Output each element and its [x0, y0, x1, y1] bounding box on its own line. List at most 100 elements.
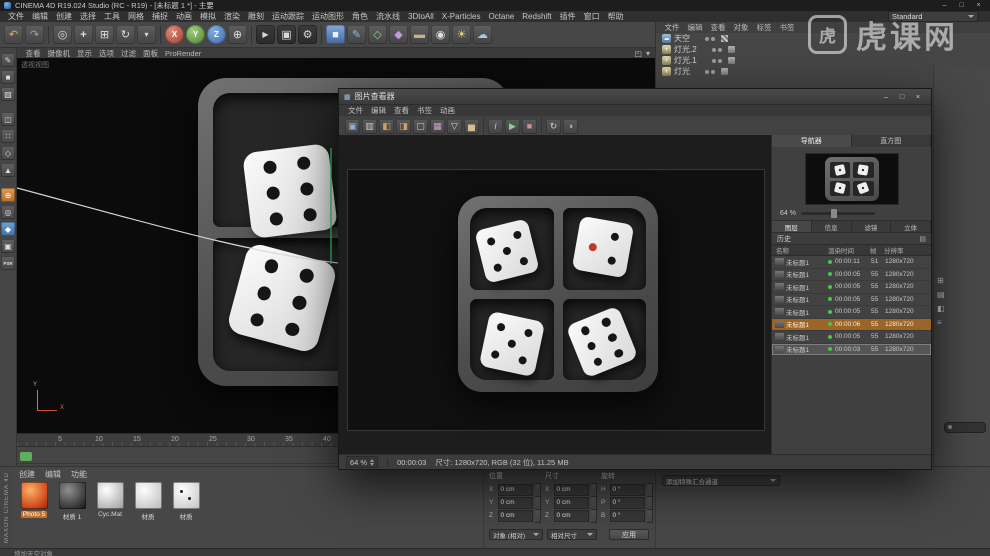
picture-viewer-titlebar[interactable]: ▦ 图片查看器 – □ ×: [339, 89, 931, 105]
solo-mode-icon[interactable]: ◎: [1, 205, 15, 219]
mat-menu-edit[interactable]: 编辑: [45, 469, 61, 480]
slider-knob[interactable]: [948, 425, 952, 429]
points-mode-icon[interactable]: ∷: [1, 129, 15, 143]
menu-render[interactable]: 渲染: [220, 11, 244, 22]
compare-ab-icon[interactable]: ◧: [379, 118, 394, 134]
rotation-h-field[interactable]: 0 °: [609, 483, 646, 496]
tab-stereo[interactable]: 立体: [891, 221, 931, 232]
picture-viewer-window[interactable]: ▦ 图片查看器 – □ × 文件 编辑 查看 书签 动画 ▣ ▥ ◧ ◨ ▢ ▦…: [338, 88, 932, 470]
scale-icon[interactable]: ⊞: [95, 25, 114, 44]
add-floor-icon[interactable]: ▬: [410, 25, 429, 44]
col-render-time[interactable]: 渲染时间: [828, 245, 870, 255]
live-selection-icon[interactable]: ◎: [53, 25, 72, 44]
convert-object-icon[interactable]: ✎: [1, 53, 15, 67]
menu-redshift[interactable]: Redshift: [518, 12, 555, 21]
menu-plugins[interactable]: 插件: [556, 11, 580, 22]
material-thumb[interactable]: [58, 482, 86, 509]
menu-create[interactable]: 创建: [52, 11, 76, 22]
size-z-field[interactable]: 0 cm: [553, 509, 590, 522]
minimize-button[interactable]: –: [937, 1, 952, 10]
menu-edit[interactable]: 编辑: [28, 11, 52, 22]
pv-menu-file[interactable]: 文件: [344, 105, 367, 116]
info-icon[interactable]: i: [488, 118, 503, 134]
add-cube-icon[interactable]: ■: [326, 25, 345, 44]
material-item[interactable]: 材质: [171, 482, 201, 521]
menu-window[interactable]: 窗口: [580, 11, 604, 22]
tab-info[interactable]: 信息: [811, 221, 852, 232]
history-menu-icon[interactable]: ▤: [919, 235, 926, 243]
spinner-icon[interactable]: [647, 508, 653, 523]
panel-split-icon[interactable]: ◧: [937, 304, 945, 313]
add-sky-icon[interactable]: ☁: [473, 25, 492, 44]
viewport-layout-icon[interactable]: ◰: [634, 49, 642, 58]
texture-tag-icon[interactable]: [721, 35, 728, 42]
menu-simulate[interactable]: 模拟: [196, 11, 220, 22]
recent-tool-icon[interactable]: ▾: [137, 25, 156, 44]
add-light-icon[interactable]: ☀: [452, 25, 471, 44]
om-menu-file[interactable]: 文件: [661, 22, 683, 33]
compare-swap-icon[interactable]: ◨: [396, 118, 411, 134]
edges-mode-icon[interactable]: ◇: [1, 146, 15, 160]
history-row[interactable]: 未标题1 00:00:05 55 1280x720: [772, 331, 931, 344]
add-camera-icon[interactable]: ◉: [431, 25, 450, 44]
object-row[interactable]: ☀ 灯光.1: [656, 55, 990, 66]
pv-minimize-button[interactable]: –: [878, 91, 894, 102]
history-row[interactable]: 未标题1 00:00:05 55 1280x720: [772, 293, 931, 306]
redo-icon[interactable]: ↷: [25, 25, 44, 44]
pv-menu-view[interactable]: 查看: [390, 105, 413, 116]
visibility-dots[interactable]: [711, 58, 722, 63]
zoom-fit-icon[interactable]: ▢: [413, 118, 428, 134]
zoom-stepper-icon[interactable]: [370, 458, 375, 466]
menu-tools[interactable]: 工具: [100, 11, 124, 22]
menu-mograph[interactable]: 运动图形: [308, 11, 348, 22]
spinner-icon[interactable]: [591, 508, 597, 523]
size-y-field[interactable]: 0 cm: [553, 496, 590, 509]
om-menu-objects[interactable]: 对象: [730, 22, 752, 33]
menu-help[interactable]: 帮助: [604, 11, 628, 22]
slider-knob[interactable]: [830, 209, 837, 218]
spinner-icon[interactable]: [647, 482, 653, 497]
texture-mode-icon[interactable]: ▨: [1, 87, 15, 101]
coord-mode-dropdown[interactable]: 对象 (相对): [489, 529, 543, 540]
material-thumb[interactable]: [172, 482, 200, 509]
spinner-icon[interactable]: [535, 495, 541, 510]
menu-motion-tracker[interactable]: 运动跟踪: [268, 11, 308, 22]
add-generator-icon[interactable]: ◇: [368, 25, 387, 44]
menu-xparticles[interactable]: X-Particles: [438, 12, 485, 21]
col-frame[interactable]: 帧: [870, 245, 884, 255]
psr-icon[interactable]: PSR: [1, 256, 15, 270]
stop-icon[interactable]: ■: [522, 118, 537, 134]
pv-close-button[interactable]: ×: [910, 91, 926, 102]
panel-menu-icon[interactable]: ≡: [937, 318, 945, 327]
snap-icon[interactable]: ◆: [1, 222, 15, 236]
lock-y-icon[interactable]: Y: [186, 25, 205, 44]
menu-select[interactable]: 选择: [76, 11, 100, 22]
vp-menu-display[interactable]: 显示: [74, 48, 96, 59]
draw-spline-icon[interactable]: ✎: [347, 25, 366, 44]
mat-menu-function[interactable]: 功能: [71, 469, 87, 480]
position-y-field[interactable]: 0 cm: [497, 496, 534, 509]
pv-menu-edit[interactable]: 编辑: [367, 105, 390, 116]
spinner-icon[interactable]: [535, 508, 541, 523]
history-row-current[interactable]: 未标题1 00:00:03 55 1280x720: [772, 343, 931, 356]
menu-octane[interactable]: Octane: [484, 12, 518, 21]
rotation-p-field[interactable]: 0 °: [609, 496, 646, 509]
vp-menu-options[interactable]: 选项: [96, 48, 118, 59]
tab-layers[interactable]: 图层: [772, 221, 812, 232]
history-row[interactable]: 未标题1 00:00:11 51 1280x720: [772, 256, 931, 269]
rotation-b-field[interactable]: 0 °: [609, 509, 646, 522]
navigator-thumbnail[interactable]: [804, 153, 899, 205]
material-thumb[interactable]: [20, 482, 48, 509]
spinner-icon[interactable]: [591, 482, 597, 497]
material-item[interactable]: 材质: [133, 482, 163, 521]
target-tag-icon[interactable]: [721, 68, 728, 75]
layout-selector[interactable]: Standard: [888, 11, 978, 22]
history-row-selected[interactable]: 未标题1 00:00:06 55 1280x720: [772, 318, 931, 331]
add-channel-dropdown[interactable]: 添加特殊汇合通道: [662, 475, 780, 486]
render-picture-viewer-icon[interactable]: ▣: [277, 25, 296, 44]
maximize-button[interactable]: □: [954, 1, 969, 10]
move-icon[interactable]: +: [74, 25, 93, 44]
render-view-icon[interactable]: ▶: [256, 25, 275, 44]
visibility-dots[interactable]: [711, 47, 722, 52]
menu-snap[interactable]: 捕捉: [148, 11, 172, 22]
